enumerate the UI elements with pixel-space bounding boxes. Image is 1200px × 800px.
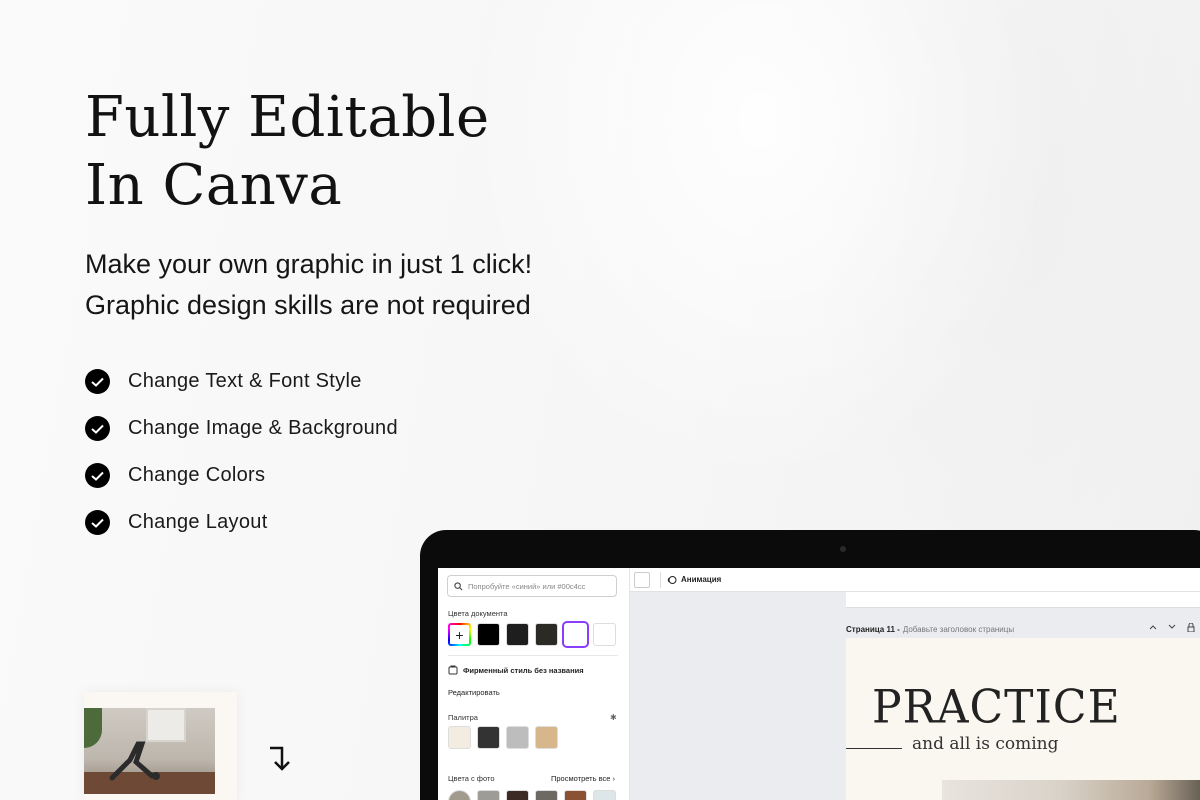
camera-dot [840,546,846,552]
design-line [846,748,902,749]
star-icon[interactable]: ✱ [610,713,617,722]
feature-label: Change Colors [128,464,266,486]
check-icon [85,510,110,535]
palette-row [448,726,564,749]
canva-editor: Попробуйте «синий» или #00c4cc Цвета док… [438,568,1200,800]
feature-label: Change Layout [128,511,268,533]
photo-swatch[interactable] [593,790,616,800]
design-subtitle[interactable]: and all is coming [912,734,1059,754]
design-page[interactable]: PRACTICE and all is coming [846,638,1200,800]
feature-item: Change Colors [85,452,398,499]
photo-swatch[interactable] [448,790,471,800]
toolbar-divider [660,571,661,588]
edit-link[interactable]: Редактировать [448,688,500,697]
color-swatch[interactable] [593,623,616,646]
color-swatch-selected[interactable] [562,621,589,648]
photo-swatch[interactable] [564,790,587,800]
search-placeholder: Попробуйте «синий» или #00c4cc [468,581,586,591]
palette-swatch[interactable] [535,726,558,749]
photo-colors-label: Цвета с фото [448,774,495,783]
hero-title-line1: Fully Editable [85,85,490,150]
lock-icon[interactable] [1186,622,1196,632]
check-icon [85,463,110,488]
doc-colors-row: + [448,621,622,648]
palette-swatch[interactable] [506,726,529,749]
photo-swatch[interactable] [535,790,558,800]
check-icon [85,416,110,441]
color-swatch[interactable] [535,623,558,646]
hero-subtitle: Make your own graphic in just 1 click! G… [85,244,532,326]
chevron-up-icon[interactable] [1148,622,1158,632]
feature-item: Change Text & Font Style [85,358,398,405]
animation-label: Анимация [681,575,722,584]
palette-swatch[interactable] [477,726,500,749]
animation-button[interactable]: Анимация [667,575,721,585]
canvas-area: Анимация Страница 11 - Добавьте заголово… [630,568,1200,800]
feature-label: Change Image & Background [128,417,398,439]
brand-kit-icon [448,665,458,675]
doc-colors-label: Цвета документа [448,609,508,618]
arrow-down-right-icon [270,746,290,771]
color-picker-button[interactable] [634,571,650,588]
search-icon [454,581,463,590]
palette-swatch[interactable] [448,726,471,749]
hero-subtitle-line2: Graphic design skills are not required [85,290,531,320]
page-header: Страница 11 - Добавьте заголовок страниц… [846,622,1200,636]
color-search-input[interactable]: Попробуйте «синий» или #00c4cc [447,575,617,597]
hero-title-line2: In Canva [85,153,343,218]
color-panel: Попробуйте «синий» или #00c4cc Цвета док… [438,568,630,800]
animation-icon [667,575,677,584]
feature-item: Change Image & Background [85,405,398,452]
yoga-photo [84,708,215,794]
view-all-link[interactable]: Просмотреть все › [551,774,615,783]
photo-swatch[interactable] [477,790,500,800]
chevron-down-icon[interactable] [1167,622,1177,632]
design-title[interactable]: PRACTICE [872,681,1121,735]
view-all-label: Просмотреть все [551,774,611,783]
previous-page [846,592,1200,608]
color-swatch[interactable] [506,623,529,646]
photo-swatch[interactable] [506,790,529,800]
page-title-input[interactable]: Добавьте заголовок страницы [903,625,1014,634]
feature-list: Change Text & Font Style Change Image & … [85,358,398,546]
editor-toolbar: Анимация [630,568,1200,592]
hero-subtitle-line1: Make your own graphic in just 1 click! [85,249,533,279]
divider [448,655,618,656]
feature-item: Change Layout [85,499,398,546]
page-number: Страница 11 - [846,624,900,634]
feature-label: Change Text & Font Style [128,370,362,392]
brand-kit-row[interactable]: Фирменный стиль без названия [448,665,584,675]
check-icon [85,369,110,394]
brand-kit-label: Фирменный стиль без названия [463,665,584,675]
color-swatch[interactable] [477,623,500,646]
palette-label: Палитра [448,713,478,722]
design-photo[interactable] [942,780,1200,800]
photo-colors-row [448,790,622,800]
page-actions [1139,622,1200,632]
template-preview-card [84,692,237,800]
hero-title: Fully Editable In Canva [85,84,490,220]
add-color-button[interactable]: + [448,623,471,646]
laptop-mockup: Попробуйте «синий» или #00c4cc Цвета док… [420,530,1200,800]
